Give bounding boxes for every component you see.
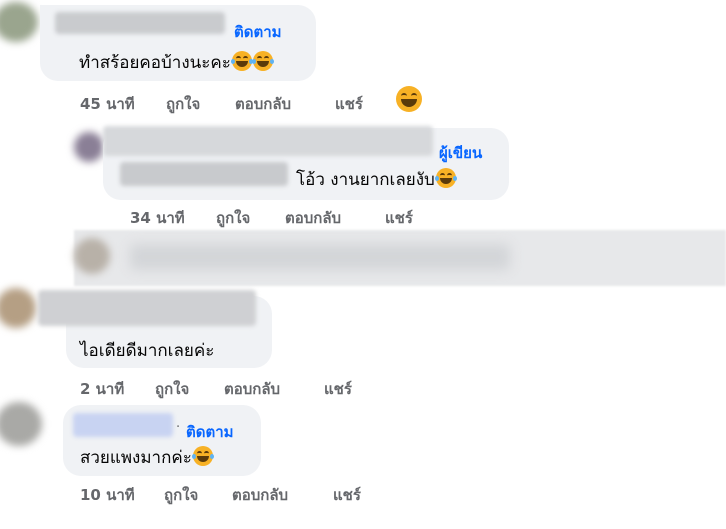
follow-link[interactable]: ติดตาม (234, 20, 282, 44)
comment-text-content: ทำสร้อยคอบ้างนะคะ (79, 53, 231, 73)
comment-text-content: ไอเดียดีมากเลยค่ะ (80, 341, 215, 361)
comment-time[interactable]: 2 นาที (80, 377, 124, 401)
reply-button[interactable]: ตอบกลับ (224, 377, 280, 401)
share-button[interactable]: แชร์ (324, 377, 352, 401)
laughing-tears-icon (230, 51, 253, 71)
grinning-reaction-icon[interactable] (396, 86, 422, 112)
comment-time[interactable]: 45 นาที (80, 92, 135, 116)
laughing-tears-icon (251, 51, 274, 71)
reply-button[interactable]: ตอบกลับ (235, 92, 291, 116)
avatar[interactable] (74, 132, 104, 162)
reply-button[interactable]: ตอบกลับ (232, 483, 288, 507)
comment-text: ทำสร้อยคอบ้างนะคะ (79, 49, 274, 76)
like-button[interactable]: ถูกใจ (155, 377, 189, 401)
share-button[interactable]: แชร์ (385, 206, 413, 230)
share-button[interactable]: แชร์ (335, 92, 363, 116)
like-button[interactable]: ถูกใจ (166, 92, 200, 116)
author-name-redacted (55, 12, 225, 34)
laughing-tears-icon (434, 168, 457, 188)
like-button[interactable]: ถูกใจ (164, 483, 198, 507)
author-name-redacted (103, 126, 433, 156)
separator-dot: · (176, 420, 181, 435)
avatar[interactable] (0, 2, 38, 42)
comment-text-content: สวยแพงมากค่ะ (80, 448, 192, 468)
author-name-redacted (120, 162, 288, 186)
avatar[interactable] (0, 402, 42, 446)
share-button[interactable]: แชร์ (333, 483, 361, 507)
author-name-redacted (38, 290, 256, 326)
comment-text: สวยแพงมากค่ะ (80, 444, 214, 471)
follow-link[interactable]: ติดตาม (186, 420, 234, 444)
avatar[interactable] (0, 288, 36, 328)
redacted-text (130, 244, 510, 270)
comment-text-content: โอ้ว งานยากเลยงับ (296, 170, 435, 190)
comment-time[interactable]: 34 นาที (130, 206, 185, 230)
author-name-redacted (73, 413, 173, 437)
comment-time[interactable]: 10 นาที (80, 483, 135, 507)
laughing-tears-icon (191, 446, 214, 466)
like-button[interactable]: ถูกใจ (216, 206, 250, 230)
comment-text: ไอเดียดีมากเลยค่ะ (80, 337, 214, 364)
author-badge: ผู้เขียน (439, 144, 483, 162)
avatar (74, 238, 110, 274)
comment-text: โอ้ว งานยากเลยงับ (296, 166, 457, 193)
reply-button[interactable]: ตอบกลับ (285, 206, 341, 230)
